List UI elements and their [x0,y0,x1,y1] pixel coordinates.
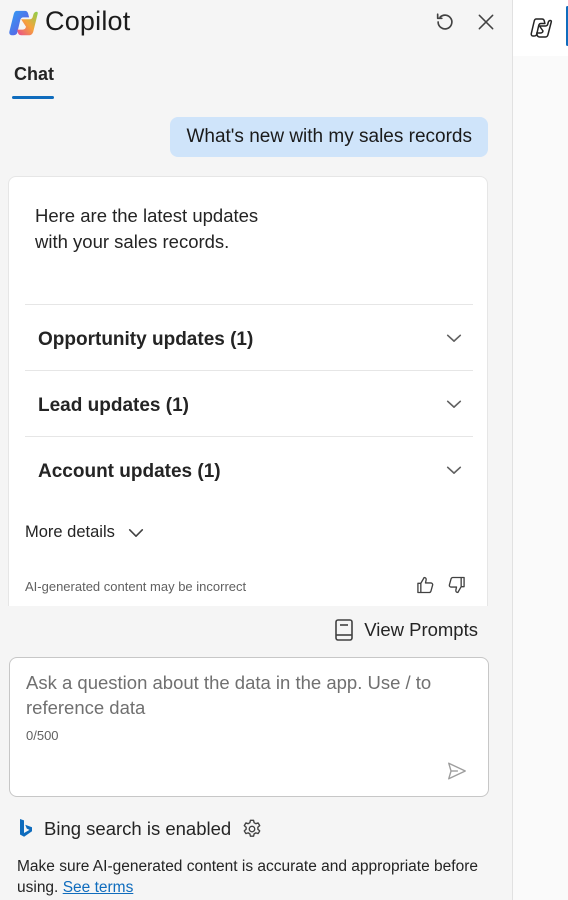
section-opportunity-updates[interactable]: Opportunity updates (1) [25,304,473,370]
response-card: Here are the latest updates with your sa… [8,176,488,606]
refresh-icon [436,13,453,30]
copilot-logo-icon [9,10,38,36]
prompt-book-icon [335,619,354,641]
copilot-panel: Copilot Chat What's new with my sales re… [0,0,512,900]
rail-copilot-button[interactable] [513,0,568,56]
side-rail [512,0,568,900]
chat-input-box[interactable]: Ask a question about the data in the app… [9,657,489,797]
response-intro: Here are the latest updates with your sa… [35,205,259,252]
section-lead-updates[interactable]: Lead updates (1) [25,370,473,436]
copilot-outline-icon [530,18,553,38]
chevron-down-icon [446,466,462,474]
bing-status: Bing search is enabled [18,818,263,840]
close-button[interactable] [472,8,500,36]
header: Copilot [0,0,512,48]
section-label: Lead updates (1) [38,395,189,416]
chevron-down-icon [128,528,143,537]
section-account-updates[interactable]: Account updates (1) [25,436,473,502]
thumbs-up-icon[interactable] [415,575,435,595]
close-icon [478,14,494,30]
user-message: What's new with my sales records [170,117,488,157]
more-details-label: More details [25,523,115,541]
tab-chat[interactable]: Chat [14,64,54,85]
see-terms-link[interactable]: See terms [63,879,134,896]
section-label: Opportunity updates (1) [38,329,254,350]
chevron-down-icon [446,334,462,342]
thumbs-down-icon[interactable] [447,575,467,595]
ai-disclaimer: AI-generated content may be incorrect [25,579,247,594]
view-prompts-button[interactable]: View Prompts [334,618,478,642]
bing-status-label: Bing search is enabled [44,818,232,839]
send-icon[interactable] [446,760,468,782]
refresh-button[interactable] [431,8,459,36]
gear-icon[interactable] [241,818,263,840]
view-prompts-label: View Prompts [364,619,478,640]
chevron-down-icon [446,400,462,408]
bing-logo-icon [20,819,32,837]
tab-active-indicator [12,96,54,99]
character-counter: 0/500 [26,728,59,743]
section-label: Account updates (1) [38,461,221,482]
more-details-button[interactable]: More details [25,523,145,542]
app-title: Copilot [45,6,131,36]
chat-input-placeholder[interactable]: Ask a question about the data in the app… [26,670,456,720]
footer-note: Make sure AI-generated content is accura… [17,856,497,898]
